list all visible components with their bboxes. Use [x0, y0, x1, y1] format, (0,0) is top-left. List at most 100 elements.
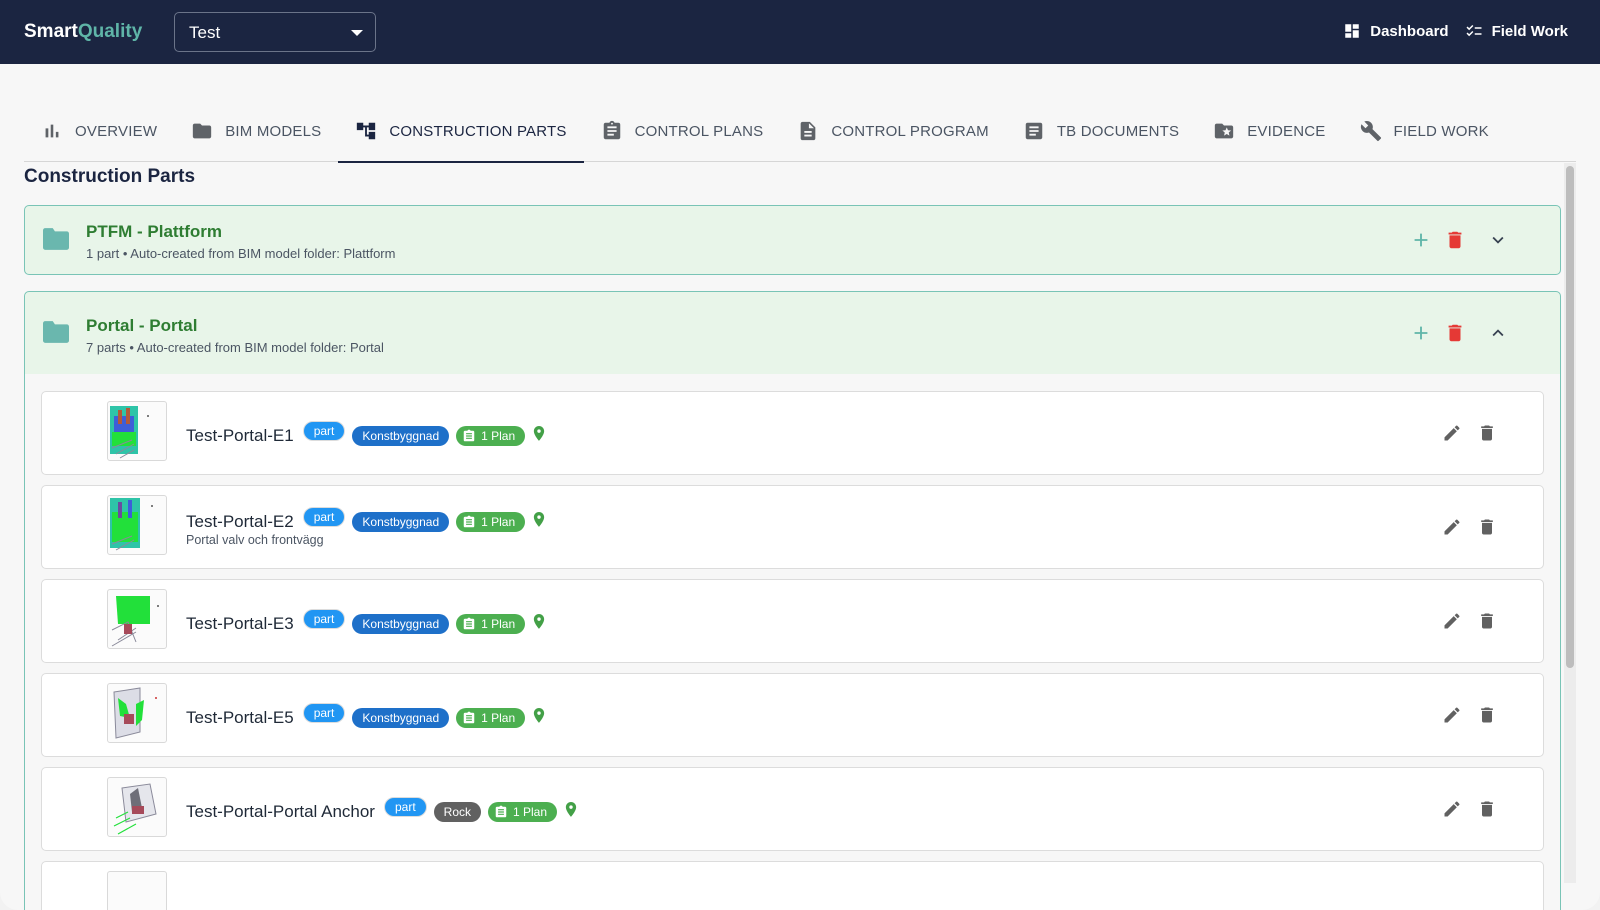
tab-label: CONTROL PLANS — [634, 122, 764, 140]
edit-part-button[interactable] — [1442, 423, 1464, 445]
plan-badge[interactable]: 1 Plan — [488, 802, 558, 822]
delete-part-button[interactable] — [1477, 799, 1499, 821]
part-row[interactable]: Test-Portal-E3 part Konstbyggnad 1 Plan — [41, 579, 1544, 663]
category-badge: Konstbyggnad — [352, 512, 450, 532]
location-pin-icon[interactable] — [564, 801, 578, 823]
dashboard-link[interactable]: Dashboard — [1343, 22, 1449, 40]
part-description: Portal valv och frontvägg — [186, 533, 324, 547]
delete-part-button[interactable] — [1477, 423, 1499, 445]
checklist-icon — [1466, 24, 1482, 37]
part-header: Test-Portal-E1 part Konstbyggnad 1 Plan — [186, 421, 546, 451]
folder-header[interactable]: PTFM - Plattform 1 part • Auto-created f… — [25, 206, 1560, 274]
chevron-up-icon — [1492, 329, 1504, 337]
tab-control-program[interactable]: CONTROL PROGRAM — [780, 100, 1005, 162]
article-icon — [1025, 122, 1043, 140]
part-row[interactable]: Test-Portal-E5 part Konstbyggnad 1 Plan — [41, 673, 1544, 757]
plan-badge[interactable]: 1 Plan — [456, 512, 526, 532]
location-pin-icon[interactable] — [532, 511, 546, 533]
clipboard-icon — [463, 515, 475, 528]
page-title: Construction Parts — [24, 166, 196, 187]
top-bar: SmartQuality Test Dashboard Field Work — [0, 0, 1600, 64]
part-row[interactable] — [41, 861, 1544, 910]
part-row[interactable]: Test-Portal-Portal Anchor part Rock 1 Pl… — [41, 767, 1544, 851]
plan-count: 1 Plan — [513, 805, 548, 819]
expand-folder-button[interactable] — [1487, 229, 1509, 251]
type-badge: part — [302, 421, 346, 441]
tab-field-work[interactable]: FIELD WORK — [1343, 100, 1506, 162]
type-badge: part — [302, 507, 346, 527]
folder-card-portal: Portal - Portal 7 parts • Auto-created f… — [24, 291, 1561, 910]
type-badge: part — [383, 797, 427, 817]
project-select[interactable]: Test — [174, 12, 376, 52]
tab-overview[interactable]: OVERVIEW — [24, 100, 174, 162]
trash-icon — [1481, 519, 1493, 535]
part-name: Test-Portal-E5 — [186, 708, 294, 727]
edit-part-button[interactable] — [1442, 611, 1464, 633]
delete-part-button[interactable] — [1477, 517, 1499, 539]
tab-evidence[interactable]: EVIDENCE — [1196, 100, 1342, 162]
brand-logo[interactable]: SmartQuality — [24, 21, 142, 43]
edit-part-button[interactable] — [1442, 705, 1464, 727]
delete-folder-button[interactable] — [1444, 229, 1466, 251]
folder-header[interactable]: Portal - Portal 7 parts • Auto-created f… — [25, 292, 1560, 374]
plus-icon — [1414, 326, 1428, 340]
main-content: Construction Parts PTFM - Plattform 1 pa… — [24, 163, 1564, 910]
trash-icon — [1481, 801, 1493, 817]
plan-badge[interactable]: 1 Plan — [456, 614, 526, 634]
add-part-button[interactable] — [1410, 229, 1432, 251]
part-header: Test-Portal-Portal Anchor part Rock 1 Pl… — [186, 797, 578, 827]
scrollbar-thumb[interactable] — [1566, 166, 1574, 668]
delete-part-button[interactable] — [1477, 611, 1499, 633]
tab-bim-models[interactable]: BIM MODELS — [174, 100, 338, 162]
pencil-icon — [1444, 613, 1460, 629]
part-header: Test-Portal-E5 part Konstbyggnad 1 Plan — [186, 703, 546, 733]
folder-subtitle: 1 part • Auto-created from BIM model fol… — [86, 246, 396, 261]
tab-tb-documents[interactable]: TB DOCUMENTS — [1006, 100, 1196, 162]
delete-folder-button[interactable] — [1444, 322, 1466, 344]
caret-down-icon — [351, 30, 363, 36]
hierarchy-icon — [357, 122, 376, 140]
location-pin-icon[interactable] — [532, 707, 546, 729]
tab-construction-parts[interactable]: CONSTRUCTION PARTS — [338, 100, 584, 163]
tab-label: BIM MODELS — [225, 122, 322, 140]
part-row[interactable]: Test-Portal-E1 part Konstbyggnad 1 Plan — [41, 391, 1544, 475]
parts-list: Test-Portal-E1 part Konstbyggnad 1 Plan — [25, 374, 1560, 910]
plan-count: 1 Plan — [481, 617, 516, 631]
document-icon — [801, 121, 816, 141]
part-thumbnail — [107, 683, 167, 743]
plan-badge[interactable]: 1 Plan — [456, 708, 526, 728]
location-pin-icon[interactable] — [532, 613, 546, 635]
tab-label: CONTROL PROGRAM — [831, 122, 989, 140]
scrollbar[interactable] — [1564, 163, 1576, 883]
category-badge: Rock — [433, 802, 481, 822]
wrench-icon — [1360, 121, 1381, 142]
field-work-label: Field Work — [1491, 22, 1568, 40]
part-thumbnail — [107, 589, 167, 649]
part-name: Test-Portal-Portal Anchor — [186, 802, 375, 821]
pencil-icon — [1444, 425, 1460, 441]
dashboard-icon — [1345, 24, 1359, 38]
edit-part-button[interactable] — [1442, 799, 1464, 821]
tab-control-plans[interactable]: CONTROL PLANS — [584, 100, 781, 162]
bar-chart-icon — [45, 124, 59, 138]
edit-part-button[interactable] — [1442, 517, 1464, 539]
delete-part-button[interactable] — [1477, 705, 1499, 727]
plus-icon — [1414, 233, 1428, 247]
part-row[interactable]: Test-Portal-E2 part Konstbyggnad 1 Plan … — [41, 485, 1544, 569]
folder-icon — [43, 228, 69, 250]
plan-count: 1 Plan — [481, 711, 516, 725]
folder-icon — [193, 123, 212, 139]
field-work-link[interactable]: Field Work — [1465, 22, 1568, 40]
plan-count: 1 Plan — [481, 515, 516, 529]
add-part-button[interactable] — [1410, 322, 1432, 344]
trash-icon — [1481, 707, 1493, 723]
plan-badge[interactable]: 1 Plan — [456, 426, 526, 446]
dashboard-label: Dashboard — [1370, 22, 1449, 40]
location-pin-icon[interactable] — [532, 425, 546, 447]
category-badge: Konstbyggnad — [352, 708, 450, 728]
clipboard-icon — [463, 429, 475, 442]
type-badge: part — [302, 609, 346, 629]
part-name: Test-Portal-E1 — [186, 426, 294, 445]
chevron-down-icon — [1492, 236, 1504, 244]
collapse-folder-button[interactable] — [1487, 322, 1509, 344]
